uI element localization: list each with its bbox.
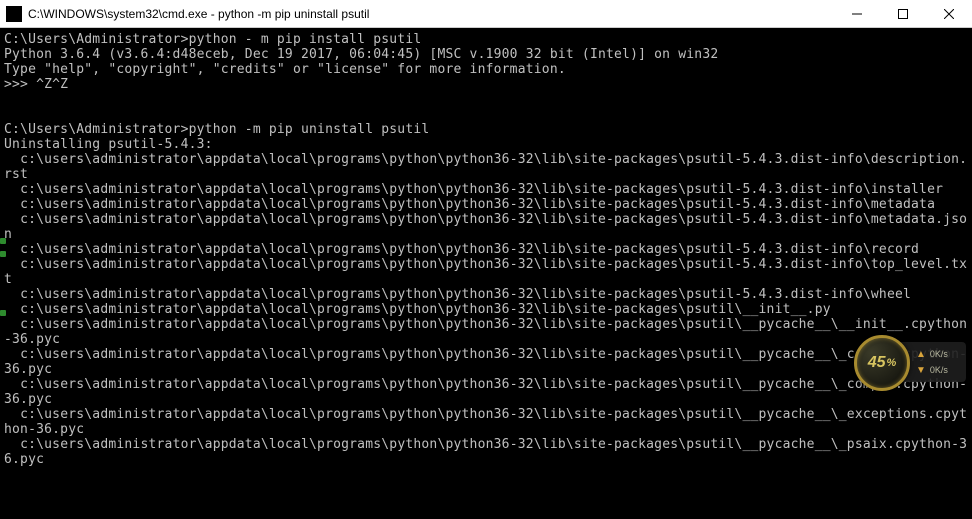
- terminal-line: c:\users\administrator\appdata\local\pro…: [4, 152, 970, 182]
- terminal-output[interactable]: C:\Users\Administrator>python - m pip in…: [0, 28, 972, 519]
- terminal-line: c:\users\administrator\appdata\local\pro…: [4, 182, 970, 197]
- terminal-line: C:\Users\Administrator>python -m pip uni…: [4, 122, 970, 137]
- terminal-line: Type "help", "copyright", "credits" or "…: [4, 62, 970, 77]
- edge-indicator: [0, 238, 6, 244]
- terminal-line: c:\users\administrator\appdata\local\pro…: [4, 302, 970, 317]
- terminal-line: c:\users\administrator\appdata\local\pro…: [4, 437, 970, 467]
- terminal-line: c:\users\administrator\appdata\local\pro…: [4, 212, 970, 242]
- cmd-icon: [6, 6, 22, 22]
- upload-speed-row: ▲ 0K/s: [916, 349, 962, 360]
- arrow-down-icon: ▼: [916, 365, 926, 376]
- download-speed: 0K/s: [930, 365, 948, 375]
- terminal-line: c:\users\administrator\appdata\local\pro…: [4, 347, 970, 377]
- terminal-line: c:\users\administrator\appdata\local\pro…: [4, 377, 970, 407]
- terminal-line: c:\users\administrator\appdata\local\pro…: [4, 317, 970, 347]
- terminal-line: >>> ^Z^Z: [4, 77, 970, 92]
- close-button[interactable]: [926, 0, 972, 27]
- terminal-line: c:\users\administrator\appdata\local\pro…: [4, 407, 970, 437]
- terminal-line: c:\users\administrator\appdata\local\pro…: [4, 257, 970, 287]
- terminal-line: [4, 107, 970, 122]
- edge-indicator: [0, 310, 6, 316]
- terminal-line: c:\users\administrator\appdata\local\pro…: [4, 242, 970, 257]
- badge-percent: 45: [868, 354, 886, 372]
- terminal-line: c:\users\administrator\appdata\local\pro…: [4, 287, 970, 302]
- window-title: C:\WINDOWS\system32\cmd.exe - python -m …: [28, 7, 834, 21]
- terminal-line: Python 3.6.4 (v3.6.4:d48eceb, Dec 19 201…: [4, 47, 970, 62]
- terminal-line: C:\Users\Administrator>python - m pip in…: [4, 32, 970, 47]
- badge-percent-sign: %: [887, 357, 897, 369]
- maximize-button[interactable]: [880, 0, 926, 27]
- window-titlebar: C:\WINDOWS\system32\cmd.exe - python -m …: [0, 0, 972, 28]
- terminal-line: Uninstalling psutil-5.4.3:: [4, 137, 970, 152]
- edge-indicator: [0, 251, 6, 257]
- download-badge[interactable]: 45%: [854, 335, 910, 391]
- window-controls: [834, 0, 972, 27]
- upload-speed: 0K/s: [930, 349, 948, 359]
- arrow-up-icon: ▲: [916, 349, 926, 360]
- download-speed-row: ▼ 0K/s: [916, 365, 962, 376]
- minimize-button[interactable]: [834, 0, 880, 27]
- terminal-line: [4, 92, 970, 107]
- terminal-line: c:\users\administrator\appdata\local\pro…: [4, 197, 970, 212]
